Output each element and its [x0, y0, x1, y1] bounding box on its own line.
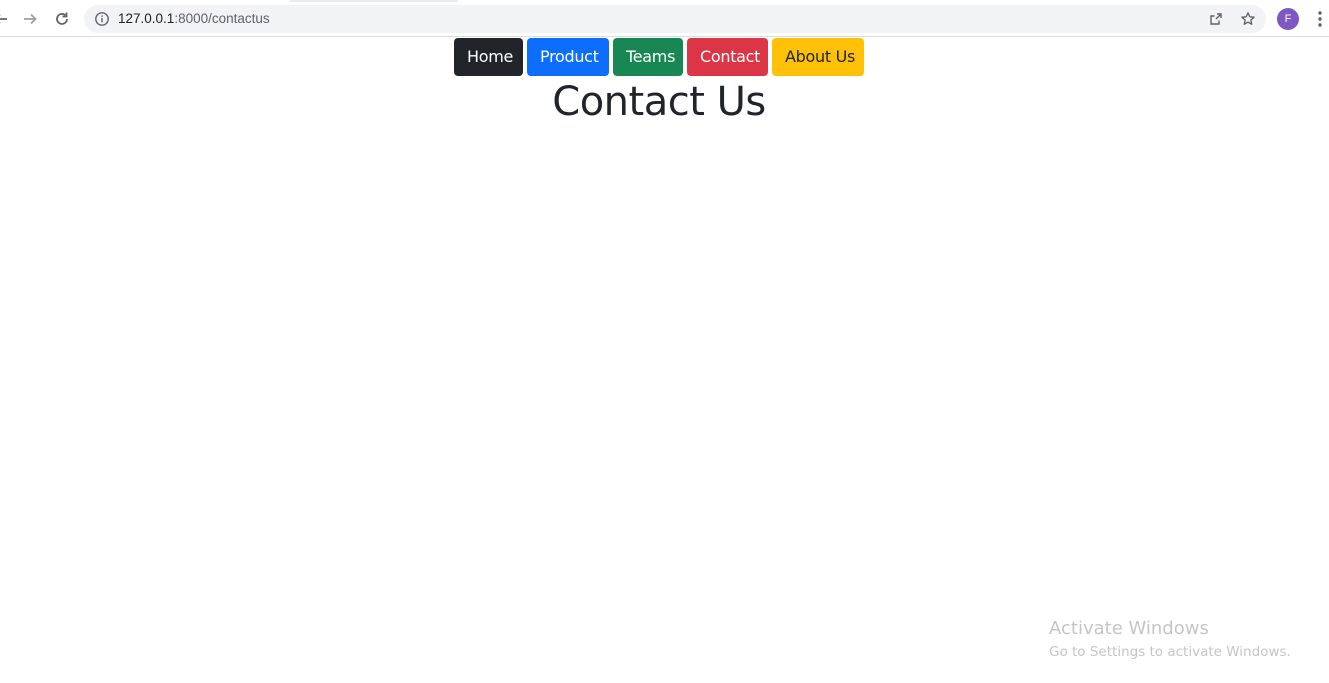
- teams-button[interactable]: Teams: [613, 38, 683, 76]
- back-arrow-icon[interactable]: [0, 8, 12, 30]
- profile-initial: F: [1284, 13, 1292, 25]
- reload-icon[interactable]: [51, 8, 73, 30]
- info-icon[interactable]: [94, 11, 110, 27]
- page-title: Contact Us: [552, 79, 766, 125]
- watermark-title: Activate Windows: [1049, 618, 1209, 639]
- windows-activation-watermark: Activate Windows Go to Settings to activ…: [1049, 618, 1291, 661]
- share-icon[interactable]: [1208, 11, 1224, 27]
- page-nav: Home Product Teams Contact About Us: [454, 38, 864, 76]
- profile-avatar[interactable]: F: [1277, 8, 1299, 30]
- star-icon[interactable]: [1240, 11, 1256, 27]
- address-bar[interactable]: 127.0.0.1:8000/contactus: [84, 5, 1266, 33]
- product-button[interactable]: Product: [527, 38, 609, 76]
- browser-toolbar: 127.0.0.1:8000/contactus F: [0, 0, 1329, 37]
- home-button[interactable]: Home: [454, 38, 523, 76]
- forward-arrow-icon[interactable]: [19, 8, 41, 30]
- watermark-subtitle: Go to Settings to activate Windows.: [1049, 644, 1291, 660]
- kebab-menu-icon[interactable]: [1312, 9, 1328, 29]
- contact-button[interactable]: Contact: [687, 38, 768, 76]
- about-us-button[interactable]: About Us: [772, 38, 864, 76]
- active-tab-indicator: [290, 0, 458, 2]
- url-text[interactable]: 127.0.0.1:8000/contactus: [118, 11, 270, 27]
